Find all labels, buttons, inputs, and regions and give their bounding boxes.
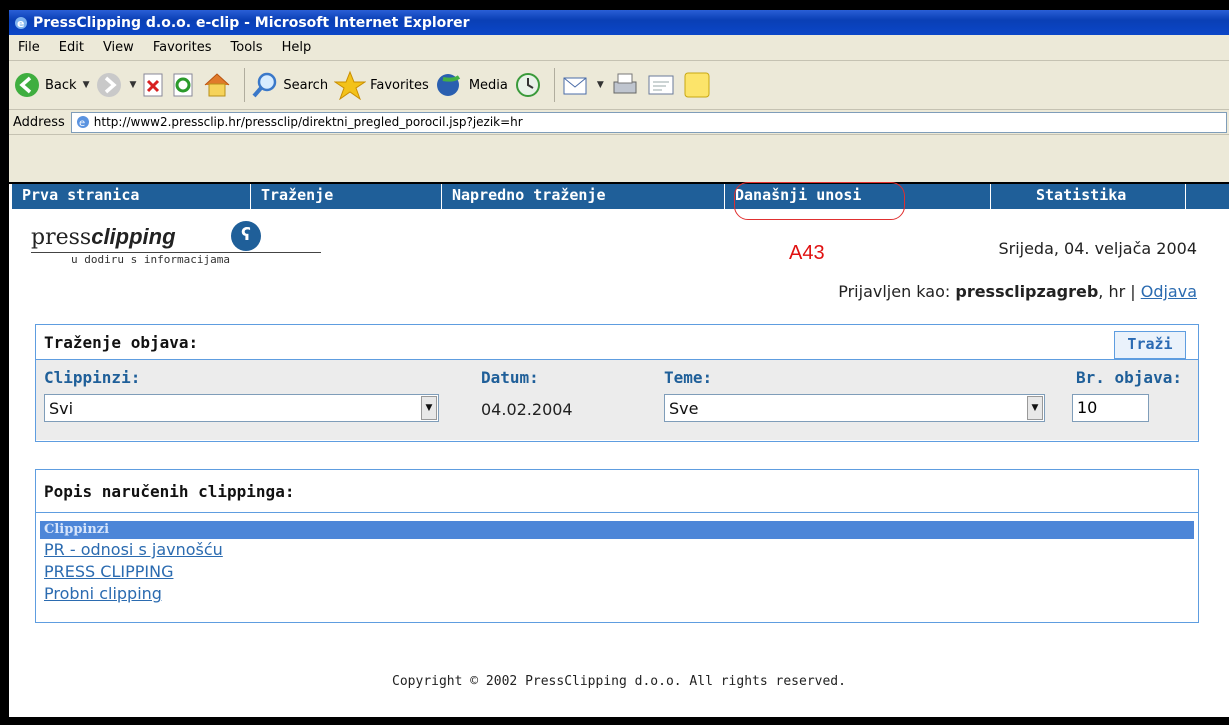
history-icon	[515, 73, 540, 97]
clipping-list-title: Popis naručenih clippinga:	[36, 470, 1198, 513]
clippinzi-select[interactable]: Svi ▼	[44, 394, 439, 422]
site-nav: Prva stranica Traženje Napredno traženje…	[12, 184, 1229, 209]
edit-button[interactable]	[646, 67, 676, 103]
print-button[interactable]	[610, 67, 640, 103]
menu-favorites[interactable]: Favorites	[144, 40, 222, 55]
list-item[interactable]: PRESS CLIPPING	[36, 561, 1198, 583]
back-button[interactable]: Back ▼	[13, 67, 89, 103]
favorites-label: Favorites	[370, 77, 429, 93]
clippinzi-label: Clippinzi:	[44, 368, 141, 387]
ie-logo-icon: e	[15, 16, 27, 30]
mail-button[interactable]: ▼	[561, 67, 604, 103]
trazi-button[interactable]: Traži	[1114, 331, 1186, 359]
address-url: http://www2.pressclip.hr/pressclip/direk…	[93, 115, 523, 129]
chevron-down-icon[interactable]: ▼	[421, 396, 437, 420]
clippinzi-value: Svi	[49, 398, 74, 418]
menu-edit[interactable]: Edit	[50, 40, 94, 55]
teme-value: Sve	[669, 398, 699, 418]
browser-window: e PressClipping d.o.o. e-clip - Microsof…	[9, 10, 1229, 717]
search-label: Search	[283, 77, 329, 93]
media-label: Media	[468, 77, 508, 93]
messenger-button[interactable]	[682, 67, 712, 103]
home-button[interactable]	[202, 67, 232, 103]
address-input[interactable]: e http://www2.pressclip.hr/pressclip/dir…	[70, 111, 1227, 133]
br-objava-input[interactable]: 10	[1072, 394, 1149, 422]
back-label: Back	[45, 77, 77, 93]
logout-link[interactable]: Odjava	[1141, 282, 1197, 301]
toolbar-separator	[553, 68, 555, 102]
filter-row: Clippinzi: Svi ▼ Datum: 04.02.2004 Teme:…	[36, 359, 1198, 440]
menu-tools[interactable]: Tools	[222, 40, 273, 55]
back-dropdown-icon[interactable]: ▼	[83, 80, 90, 90]
mail-dropdown-icon[interactable]: ▼	[597, 80, 604, 90]
svg-text:e: e	[79, 118, 85, 129]
nav-prva-stranica[interactable]: Prva stranica	[12, 184, 251, 209]
favorites-star-icon	[334, 70, 367, 100]
nav-statistika[interactable]: Statistika	[991, 184, 1186, 209]
menu-view[interactable]: View	[94, 40, 144, 55]
address-label: Address	[13, 114, 65, 130]
forward-dropdown-icon[interactable]: ▼	[129, 80, 136, 90]
list-item[interactable]: PR - odnosi s javnošću	[36, 539, 1198, 561]
note-icon	[684, 72, 710, 98]
window-title: PressClipping d.o.o. e-clip - Microsoft …	[33, 14, 470, 31]
nav-napredno-trazenje[interactable]: Napredno traženje	[442, 184, 725, 209]
current-date: Srijeda, 04. veljača 2004	[998, 239, 1197, 258]
stop-button[interactable]	[142, 67, 166, 103]
datum-label: Datum:	[481, 368, 539, 387]
home-icon	[205, 73, 230, 97]
annotation-label: A43	[789, 242, 825, 264]
logo-wordmark: pressclipping	[31, 224, 321, 250]
annotation-circle	[734, 182, 905, 220]
search-panel-title: Traženje objava:	[44, 332, 199, 352]
login-status: Prijavljen kao: pressclipzagreb, hr | Od…	[838, 282, 1197, 301]
search-icon	[252, 72, 277, 98]
print-icon	[613, 73, 637, 94]
media-icon	[436, 74, 460, 96]
clipping-list-panel: Popis naručenih clippinga: Clippinzi PR …	[35, 469, 1199, 623]
toolbar: Back ▼ ▼ Search Favorites Media ▼	[9, 61, 1229, 110]
toolbar-separator	[244, 68, 246, 102]
title-bar: e PressClipping d.o.o. e-clip - Microsof…	[9, 10, 1229, 35]
login-prefix: Prijavljen kao:	[838, 282, 956, 301]
favorites-button[interactable]: Favorites	[334, 67, 429, 103]
search-button[interactable]: Search	[251, 67, 328, 103]
forward-arrow-icon	[97, 73, 122, 97]
svg-text:e: e	[17, 17, 24, 30]
media-button[interactable]: Media	[435, 67, 508, 103]
logo-clipping: clipping	[91, 224, 176, 249]
address-bar: Address e http://www2.pressclip.hr/press…	[9, 110, 1229, 135]
menu-bar: File Edit View Favorites Tools Help	[9, 35, 1229, 61]
list-item[interactable]: Probni clipping	[36, 583, 1198, 605]
edit-page-icon	[648, 75, 674, 95]
search-panel: Traženje objava: Traži Clippinzi: Svi ▼ …	[35, 324, 1199, 442]
logo-tagline: u dodiru s informacijama	[31, 252, 321, 266]
list-header: Clippinzi	[40, 521, 1194, 539]
pressclipping-logo: ʕ pressclipping u dodiru s informacijama	[31, 221, 321, 266]
back-arrow-icon	[15, 73, 39, 97]
login-user: pressclipzagreb	[955, 282, 1099, 301]
menu-file[interactable]: File	[9, 40, 50, 55]
copyright: Copyright © 2002 PressClipping d.o.o. Al…	[392, 674, 846, 689]
teme-label: Teme:	[664, 368, 713, 387]
history-button[interactable]	[514, 67, 542, 103]
refresh-icon	[173, 73, 193, 97]
logo-press: press	[31, 225, 92, 250]
menu-help[interactable]: Help	[273, 40, 322, 55]
login-lang: , hr |	[1098, 282, 1141, 301]
page-content: Prva stranica Traženje Napredno traženje…	[9, 182, 1229, 717]
mail-icon	[563, 77, 587, 95]
logo-mark-icon: ʕ	[231, 221, 261, 251]
page-icon: e	[76, 116, 89, 129]
teme-select[interactable]: Sve ▼	[664, 394, 1045, 422]
forward-button[interactable]: ▼	[95, 67, 136, 103]
screen-frame: e PressClipping d.o.o. e-clip - Microsof…	[0, 0, 1229, 725]
datum-value: 04.02.2004	[481, 400, 573, 419]
nav-trazenje[interactable]: Traženje	[251, 184, 442, 209]
refresh-button[interactable]	[172, 67, 196, 103]
br-objava-label: Br. objava:	[1076, 368, 1182, 387]
chevron-down-icon[interactable]: ▼	[1027, 396, 1043, 420]
stop-icon	[143, 73, 163, 97]
